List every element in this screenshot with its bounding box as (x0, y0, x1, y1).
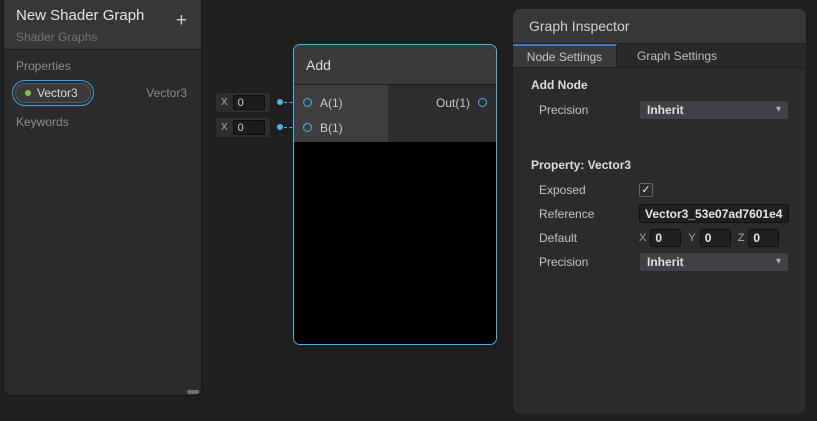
blackboard-header: New Shader Graph + Shader Graphs (4, 0, 201, 50)
property-type: Vector3 (146, 86, 187, 100)
reference-field[interactable]: Vector3_53e07ad7601e4 (639, 204, 789, 223)
properties-section-label: Properties (4, 50, 201, 73)
input-a-axis-label: X (221, 97, 228, 108)
default-y-axis-label: Y (688, 232, 695, 244)
exposed-dot-icon (25, 90, 31, 96)
add-node-outputs: Out(1) (388, 85, 496, 142)
property-row: Vector3 Vector3 (4, 73, 201, 106)
node-precision-dropdown[interactable]: Inherit ▾ (639, 100, 789, 120)
default-y-field[interactable]: 0 (700, 229, 731, 247)
node-precision-value: Inherit (647, 103, 776, 117)
property-name: Vector3 (37, 86, 78, 100)
input-a-value-widget: X 0 (216, 93, 270, 112)
add-node-title[interactable]: Add (294, 45, 496, 85)
default-x-field[interactable]: 0 (650, 229, 681, 247)
port-out-label: Out(1) (436, 96, 470, 110)
exposed-label: Exposed (531, 183, 639, 197)
inspector-tabs: Node Settings Graph Settings (513, 44, 806, 68)
graph-title: New Shader Graph (16, 7, 189, 24)
node-preview (294, 142, 496, 344)
default-z-item: Z 0 (738, 229, 780, 247)
input-b-value-field[interactable]: 0 (233, 120, 265, 135)
edge-a-dot-icon (277, 99, 283, 105)
tab-graph-settings[interactable]: Graph Settings (617, 44, 737, 67)
property-pill-vector3[interactable]: Vector3 (12, 80, 94, 106)
graph-inspector-panel: Graph Inspector Node Settings Graph Sett… (512, 8, 807, 415)
default-row: Default X 0 Y 0 Z 0 (531, 227, 789, 248)
chevron-down-icon: ▾ (776, 256, 781, 267)
chevron-down-icon: ▾ (776, 104, 781, 115)
add-node[interactable]: Add A(1) B(1) Out(1) (293, 44, 497, 345)
port-row-a: A(1) (294, 90, 388, 115)
port-a-label: A(1) (320, 96, 343, 110)
port-b-label: B(1) (320, 121, 343, 135)
graph-inspector-title: Graph Inspector (513, 9, 806, 44)
section-gap (531, 123, 789, 155)
property-heading: Property: Vector3 (531, 158, 789, 172)
property-precision-label: Precision (531, 255, 639, 269)
property-precision-dropdown[interactable]: Inherit ▾ (639, 252, 789, 272)
edge-b-dot-icon (277, 124, 283, 130)
node-precision-row: Precision Inherit ▾ (531, 99, 789, 120)
input-b-axis-label: X (221, 122, 228, 133)
port-b-icon[interactable] (303, 123, 312, 132)
property-precision-row: Precision Inherit ▾ (531, 251, 789, 272)
exposed-row: Exposed ✓ (531, 179, 789, 200)
default-vector-fields: X 0 Y 0 Z 0 (639, 229, 779, 247)
exposed-checkbox[interactable]: ✓ (639, 183, 653, 197)
blackboard-scrollbar[interactable] (187, 390, 199, 394)
default-y-item: Y 0 (688, 229, 730, 247)
default-x-item: X 0 (639, 229, 681, 247)
shader-graph-window: New Shader Graph + Shader Graphs Propert… (0, 0, 817, 421)
default-label: Default (531, 231, 639, 245)
reference-row: Reference Vector3_53e07ad7601e4 (531, 203, 789, 224)
port-a-icon[interactable] (303, 98, 312, 107)
property-precision-value: Inherit (647, 255, 776, 269)
add-property-button[interactable]: + (176, 11, 187, 30)
keywords-section-label: Keywords (4, 106, 201, 129)
blackboard-panel: New Shader Graph + Shader Graphs Propert… (3, 0, 202, 396)
inspector-body: Add Node Precision Inherit ▾ Property: V… (513, 68, 806, 272)
add-node-ports: A(1) B(1) Out(1) (294, 85, 496, 142)
node-precision-label: Precision (531, 103, 639, 117)
port-row-b: B(1) (294, 115, 388, 140)
add-node-heading: Add Node (531, 78, 789, 92)
graph-subtitle: Shader Graphs (16, 30, 189, 44)
port-out-icon[interactable] (478, 98, 487, 107)
default-z-axis-label: Z (738, 232, 745, 244)
reference-label: Reference (531, 207, 639, 221)
add-node-inputs: A(1) B(1) (294, 85, 388, 142)
input-a-value-field[interactable]: 0 (233, 95, 265, 110)
default-x-axis-label: X (639, 232, 646, 244)
default-z-field[interactable]: 0 (748, 229, 779, 247)
tab-node-settings[interactable]: Node Settings (513, 44, 617, 67)
input-b-value-widget: X 0 (216, 118, 270, 137)
port-row-out: Out(1) (388, 90, 496, 115)
property-pill-inner: Vector3 (15, 83, 91, 103)
